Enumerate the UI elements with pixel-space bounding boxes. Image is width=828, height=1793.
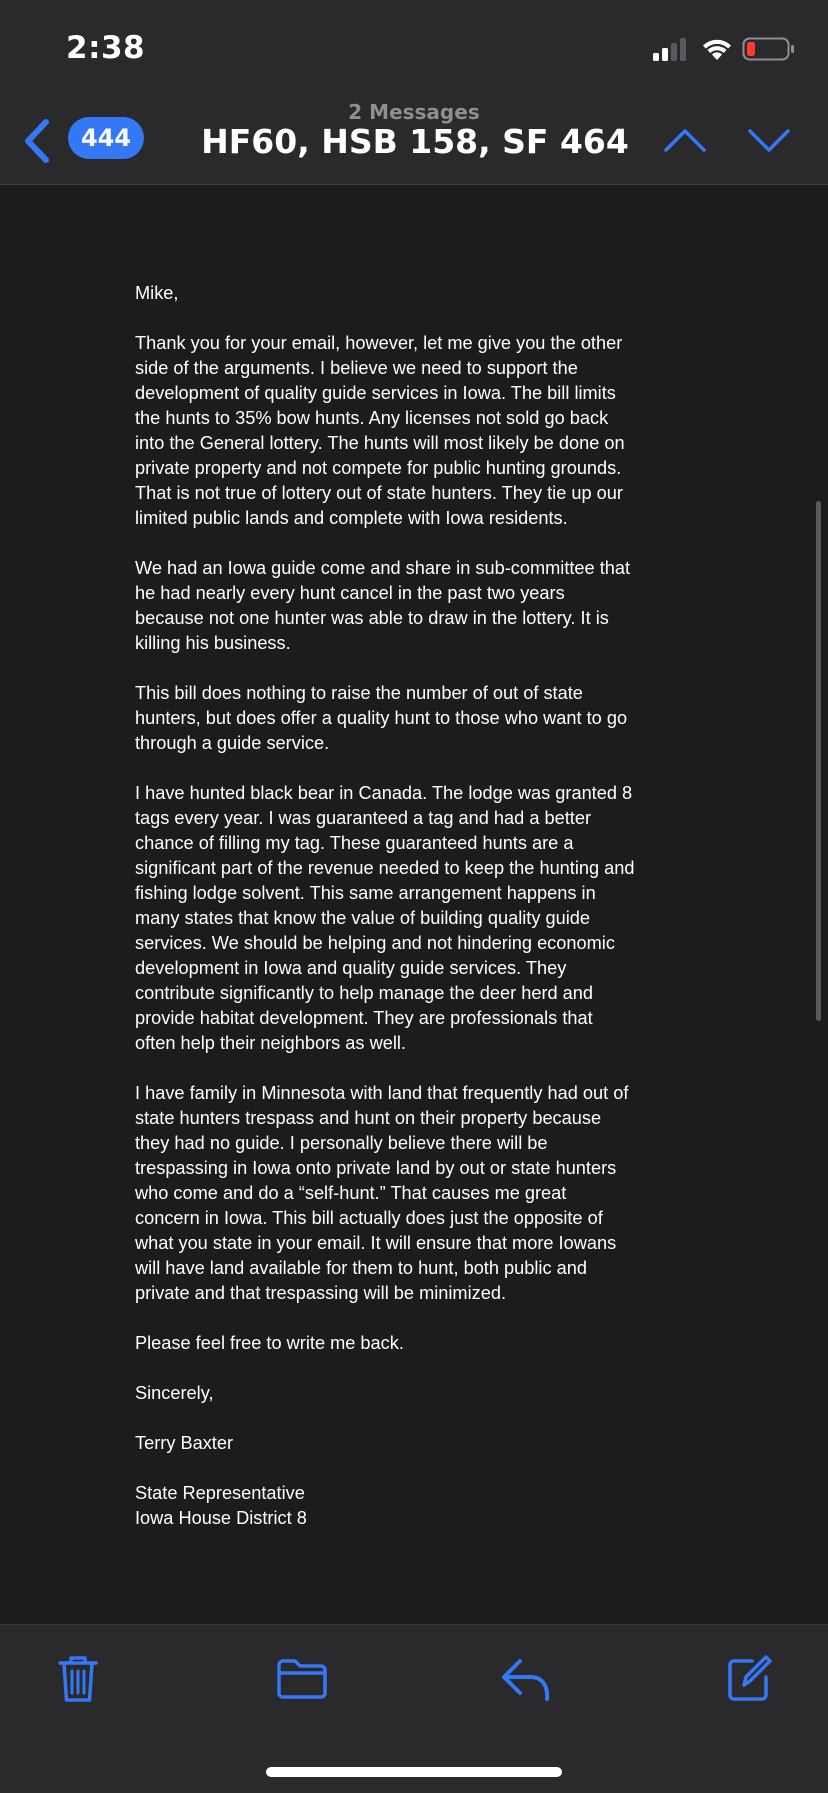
body-paragraph-4: I have hunted black bear in Canada. The … [135,783,635,1053]
signature-district: Iowa House District 8 [135,1508,307,1528]
subject-title: HF60, HSB 158, SF 464 [201,122,629,161]
signature-title: State Representative [135,1483,305,1503]
message-count: 2 Messages [348,100,480,124]
message-body: Mike, Thank you for your email, however,… [135,281,635,1531]
scrollbar[interactable] [816,501,821,1021]
battery-icon [742,37,794,61]
greeting: Mike, [135,283,179,303]
chevron-left-icon[interactable] [20,118,54,164]
status-time: 2:38 [66,30,146,66]
chevron-up-icon[interactable] [660,122,710,158]
wifi-icon [703,39,731,60]
folder-icon[interactable] [276,1657,328,1701]
body-paragraph-1: Thank you for your email, however, let m… [135,333,625,528]
body-paragraph-3: This bill does nothing to raise the numb… [135,683,628,753]
trash-icon[interactable] [56,1653,100,1705]
closing: Sincerely, [135,1383,214,1403]
home-indicator[interactable] [266,1767,562,1777]
body-paragraph-2: We had an Iowa guide come and share in s… [135,558,631,653]
body-paragraph-5: I have family in Minnesota with land tha… [135,1083,629,1303]
chevron-down-icon[interactable] [744,122,794,158]
signature-name: Terry Baxter [135,1433,234,1453]
status-bar: 2:38 [0,0,828,100]
body-paragraph-6: Please feel free to write me back. [135,1333,404,1353]
message-content[interactable]: Mike, Thank you for your email, however,… [0,185,828,1623]
navigation-bar: 444 2 Messages HF60, HSB 158, SF 464 [0,100,828,185]
reply-icon[interactable] [500,1655,552,1703]
compose-icon[interactable] [726,1653,772,1703]
cellular-signal-icon [653,38,686,61]
